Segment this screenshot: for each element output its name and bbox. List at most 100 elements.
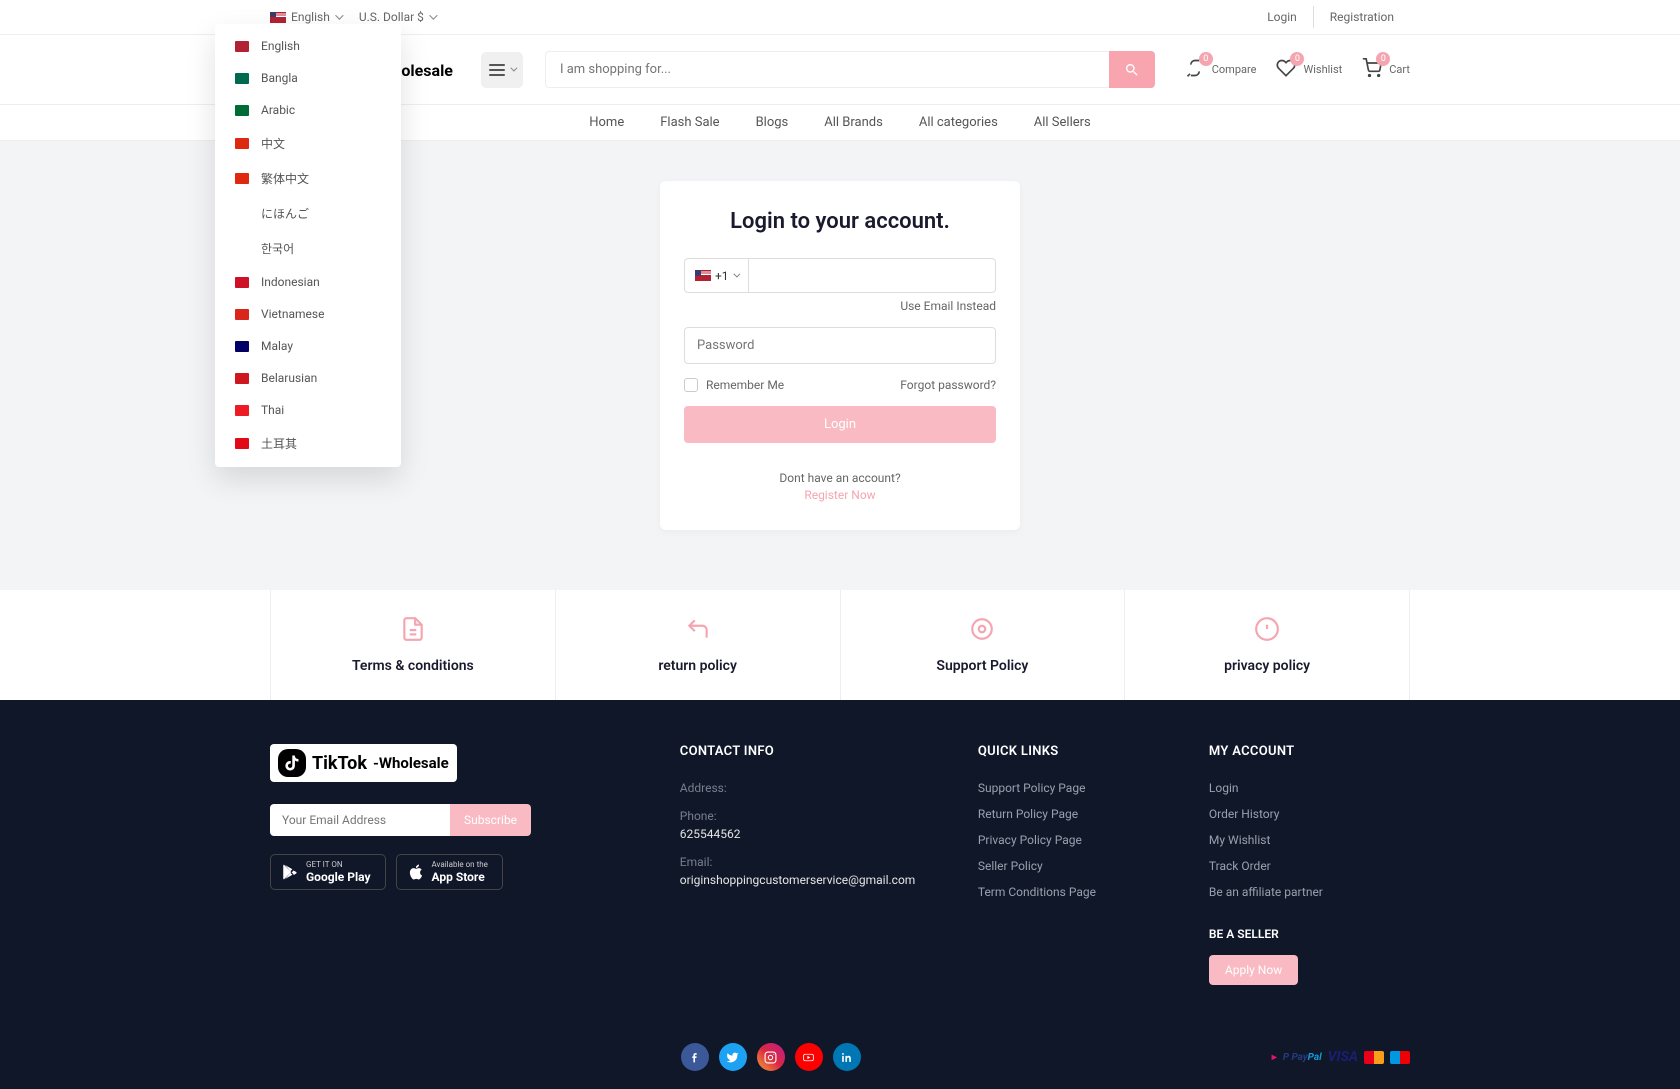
login-link[interactable]: Login bbox=[1251, 6, 1314, 28]
currency-selector[interactable]: U.S. Dollar $ bbox=[359, 10, 435, 24]
login-card: Login to your account. +1 Use Email Inst… bbox=[660, 181, 1020, 530]
nav-link[interactable]: Flash Sale bbox=[660, 115, 719, 130]
language-option[interactable]: 中文 bbox=[215, 126, 401, 161]
language-selector[interactable]: English bbox=[270, 10, 341, 24]
flag-icon bbox=[235, 73, 249, 84]
categories-toggle[interactable] bbox=[481, 52, 523, 88]
flag-icon bbox=[235, 138, 249, 149]
flag-icon bbox=[235, 309, 249, 320]
footer: TikTok-Wholesale Subscribe GET IT ONGoog… bbox=[0, 700, 1680, 1089]
search-button[interactable] bbox=[1109, 51, 1155, 88]
subscribe-button[interactable]: Subscribe bbox=[450, 804, 531, 836]
visa-icon: VISA bbox=[1328, 1049, 1358, 1065]
footer-link[interactable]: Support Policy Page bbox=[978, 781, 1179, 795]
footer-link[interactable]: Seller Policy bbox=[978, 859, 1179, 873]
nav-link[interactable]: Home bbox=[589, 115, 624, 130]
footer-link[interactable]: Track Order bbox=[1209, 859, 1410, 873]
footer-link[interactable]: Be an affiliate partner bbox=[1209, 885, 1410, 899]
footer-link[interactable]: Login bbox=[1209, 781, 1410, 795]
registration-link[interactable]: Registration bbox=[1314, 6, 1410, 28]
email-label: Email: bbox=[680, 855, 948, 869]
policy-label: privacy policy bbox=[1135, 658, 1399, 674]
password-input[interactable] bbox=[684, 327, 996, 364]
language-option-label: Belarusian bbox=[261, 371, 317, 385]
footer-logo[interactable]: TikTok-Wholesale bbox=[270, 744, 457, 782]
language-option[interactable]: Bangla bbox=[215, 62, 401, 94]
footer-logo-suffix: -Wholesale bbox=[373, 754, 449, 772]
phone-input[interactable] bbox=[749, 258, 996, 293]
twitter-link[interactable] bbox=[719, 1043, 747, 1071]
flag-icon bbox=[235, 208, 249, 219]
contact-heading: CONTACT INFO bbox=[680, 744, 948, 759]
nav-link[interactable]: All Brands bbox=[824, 115, 883, 130]
flag-us-icon bbox=[270, 12, 286, 23]
language-option-label: Indonesian bbox=[261, 275, 320, 289]
language-option[interactable]: にほんご bbox=[215, 196, 401, 231]
account-heading: MY ACCOUNT bbox=[1209, 744, 1410, 759]
chevron-down-icon bbox=[510, 65, 517, 72]
flag-icon bbox=[235, 41, 249, 52]
wishlist-action[interactable]: 0 Wishlist bbox=[1276, 58, 1342, 82]
footer-link[interactable]: Privacy Policy Page bbox=[978, 833, 1179, 847]
language-option[interactable]: 한국어 bbox=[215, 231, 401, 266]
paypal-icon: P PayPal bbox=[1283, 1049, 1322, 1065]
app-store-top: Available on the bbox=[432, 860, 488, 869]
footer-link[interactable]: Term Conditions Page bbox=[978, 885, 1179, 899]
cart-count-badge: 0 bbox=[1376, 52, 1390, 66]
language-option[interactable]: Belarusian bbox=[215, 362, 401, 394]
facebook-link[interactable] bbox=[681, 1043, 709, 1071]
search-input[interactable] bbox=[545, 51, 1109, 88]
policy-card[interactable]: privacy policy bbox=[1125, 590, 1410, 700]
policy-card[interactable]: Terms & conditions bbox=[270, 590, 556, 700]
flag-us-icon bbox=[695, 270, 711, 281]
login-title: Login to your account. bbox=[684, 209, 996, 234]
language-option[interactable]: Thai bbox=[215, 394, 401, 426]
google-play-label: Google Play bbox=[306, 870, 371, 884]
tiktok-icon bbox=[278, 749, 306, 777]
bkash-icon: ▸ bbox=[1272, 1049, 1277, 1065]
login-button[interactable]: Login bbox=[684, 406, 996, 443]
language-option[interactable]: 繁体中文 bbox=[215, 161, 401, 196]
apply-now-button[interactable]: Apply Now bbox=[1209, 955, 1298, 985]
language-option[interactable]: Indonesian bbox=[215, 266, 401, 298]
language-option-label: Thai bbox=[261, 403, 284, 417]
cart-action[interactable]: 0 Cart bbox=[1362, 58, 1410, 82]
use-email-link[interactable]: Use Email Instead bbox=[684, 299, 996, 313]
newsletter-input[interactable] bbox=[270, 804, 450, 836]
app-store-button[interactable]: Available on theApp Store bbox=[396, 854, 503, 890]
language-option[interactable]: Malay bbox=[215, 330, 401, 362]
language-option[interactable]: Arabic bbox=[215, 94, 401, 126]
compare-action[interactable]: 0 Compare bbox=[1185, 58, 1257, 82]
footer-link[interactable]: My Wishlist bbox=[1209, 833, 1410, 847]
flag-icon bbox=[235, 341, 249, 352]
nav-link[interactable]: All Sellers bbox=[1034, 115, 1091, 130]
policy-icon bbox=[566, 616, 830, 646]
instagram-link[interactable] bbox=[757, 1043, 785, 1071]
youtube-link[interactable] bbox=[795, 1043, 823, 1071]
forgot-password-link[interactable]: Forgot password? bbox=[900, 378, 996, 392]
nav-link[interactable]: All categories bbox=[919, 115, 998, 130]
language-option[interactable]: 土耳其 bbox=[215, 426, 401, 461]
linkedin-link[interactable] bbox=[833, 1043, 861, 1071]
footer-link[interactable]: Order History bbox=[1209, 807, 1410, 821]
remember-checkbox[interactable]: Remember Me bbox=[684, 378, 784, 392]
nav-link[interactable]: Blogs bbox=[756, 115, 789, 130]
google-play-button[interactable]: GET IT ONGoogle Play bbox=[270, 854, 386, 890]
chevron-down-icon bbox=[429, 11, 437, 19]
instagram-icon bbox=[764, 1051, 777, 1064]
dial-code: +1 bbox=[715, 269, 729, 283]
policy-card[interactable]: return policy bbox=[556, 590, 841, 700]
compare-count-badge: 0 bbox=[1199, 52, 1213, 66]
policy-card[interactable]: Support Policy bbox=[841, 590, 1126, 700]
register-link[interactable]: Register Now bbox=[684, 488, 996, 502]
language-option-label: 中文 bbox=[261, 135, 285, 152]
chevron-down-icon bbox=[335, 11, 343, 19]
flag-icon bbox=[235, 373, 249, 384]
country-code-selector[interactable]: +1 bbox=[684, 258, 749, 293]
footer-link[interactable]: Return Policy Page bbox=[978, 807, 1179, 821]
language-label: English bbox=[291, 10, 330, 24]
language-option[interactable]: Vietnamese bbox=[215, 298, 401, 330]
phone-label: Phone: bbox=[680, 809, 948, 823]
language-option[interactable]: English bbox=[215, 30, 401, 62]
twitter-icon bbox=[726, 1051, 739, 1064]
